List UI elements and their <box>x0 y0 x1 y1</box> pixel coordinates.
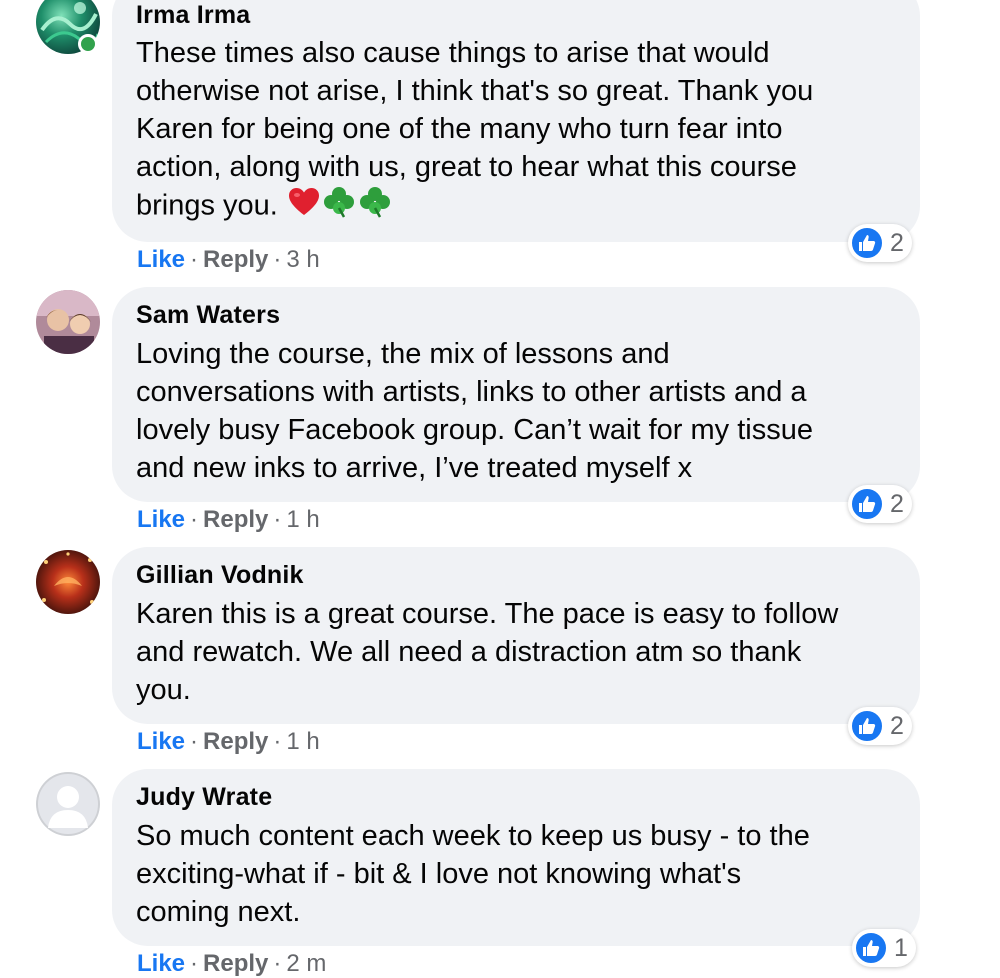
separator-dot: · <box>190 506 199 533</box>
comment-author[interactable]: Judy Wrate <box>136 783 272 812</box>
shamrock-icon <box>358 186 392 228</box>
reaction-count: 2 <box>890 228 904 257</box>
comment-text-line: otherwise not arise, I think that's so g… <box>136 75 814 107</box>
separator-dot: · <box>190 950 199 977</box>
reaction-summary[interactable]: 2 <box>848 485 912 523</box>
comment-timestamp[interactable]: 3 h <box>286 246 319 273</box>
reaction-count: 2 <box>890 711 904 740</box>
comment-text-line: brings you. <box>136 189 278 222</box>
reaction-count: 2 <box>890 489 904 518</box>
comment-bubble: Sam Waters Loving the course, the mix of… <box>112 287 920 502</box>
comment-text: These times also cause things to arise t… <box>136 34 896 228</box>
online-status-dot <box>78 34 98 54</box>
reply-button[interactable]: Reply <box>203 246 268 273</box>
comment-author[interactable]: Sam Waters <box>136 301 280 330</box>
comment-timestamp[interactable]: 1 h <box>286 728 319 755</box>
reaction-summary[interactable]: 2 <box>848 707 912 745</box>
separator-dot: · <box>273 950 282 977</box>
like-reaction-icon <box>850 709 884 743</box>
separator-dot: · <box>190 728 199 755</box>
reply-button[interactable]: Reply <box>203 950 268 977</box>
comment-text-line-with-emoji: brings you. <box>136 186 896 228</box>
separator-dot: · <box>273 246 282 273</box>
comment-text: Loving the course, the mix of lessons an… <box>136 335 896 487</box>
comment-text-line: conversations with artists, links to oth… <box>136 376 807 408</box>
reaction-count: 1 <box>894 933 908 962</box>
like-button[interactable]: Like <box>137 246 185 273</box>
comment-text-line: and rewatch. We all need a distraction a… <box>136 636 802 668</box>
comment-actions: Like · Reply · 2 m <box>137 950 326 978</box>
comment-text-line: and new inks to arrive, I’ve treated mys… <box>136 452 693 484</box>
reaction-summary[interactable]: 1 <box>852 929 916 967</box>
separator-dot: · <box>190 246 199 273</box>
comment-author[interactable]: Gillian Vodnik <box>136 561 304 590</box>
comment-text-line: you. <box>136 674 191 706</box>
separator-dot: · <box>273 506 282 533</box>
comment-text-line: lovely busy Facebook group. Can’t wait f… <box>136 414 813 446</box>
like-reaction-icon <box>850 226 884 260</box>
comment-actions: Like · Reply · 3 h <box>137 246 320 274</box>
separator-dot: · <box>273 728 282 755</box>
comment-text-line: Loving the course, the mix of lessons an… <box>136 338 670 370</box>
comment-text-line: coming next. <box>136 896 301 928</box>
comment-bubble: Gillian Vodnik Karen this is a great cou… <box>112 547 920 724</box>
like-button[interactable]: Like <box>137 728 185 755</box>
comment-text-line: These times also cause things to arise t… <box>136 37 770 69</box>
like-button[interactable]: Like <box>137 506 185 533</box>
comment-bubble: Irma Irma These times also cause things … <box>112 0 920 242</box>
red-heart-icon <box>288 187 320 227</box>
avatar-image <box>36 550 100 614</box>
reply-button[interactable]: Reply <box>203 728 268 755</box>
comment-text-line: So much content each week to keep us bus… <box>136 820 810 852</box>
comment-text-line: action, along with us, great to hear wha… <box>136 151 797 183</box>
reaction-summary[interactable]: 2 <box>848 224 912 262</box>
comment-feed: Irma Irma These times also cause things … <box>0 0 1000 978</box>
avatar[interactable] <box>36 550 100 614</box>
avatar[interactable] <box>36 772 100 836</box>
avatar-image <box>36 290 100 354</box>
comment-text: Karen this is a great course. The pace i… <box>136 595 896 709</box>
comment-author[interactable]: Irma Irma <box>136 1 250 30</box>
like-reaction-icon <box>854 931 888 965</box>
reply-button[interactable]: Reply <box>203 506 268 533</box>
avatar[interactable] <box>36 290 100 354</box>
comment-text-line: Karen this is a great course. The pace i… <box>136 598 839 630</box>
like-reaction-icon <box>850 487 884 521</box>
comment-text-line: Karen for being one of the many who turn… <box>136 113 783 145</box>
comment-timestamp[interactable]: 1 h <box>286 506 319 533</box>
like-button[interactable]: Like <box>137 950 185 977</box>
comment-actions: Like · Reply · 1 h <box>137 506 320 534</box>
shamrock-icon <box>322 186 356 228</box>
comment-actions: Like · Reply · 1 h <box>137 728 320 756</box>
comment-timestamp[interactable]: 2 m <box>286 950 326 977</box>
default-avatar-icon <box>36 772 100 836</box>
comment-text-line: exciting-what if - bit & I love not know… <box>136 858 742 890</box>
comment-bubble: Judy Wrate So much content each week to … <box>112 769 920 946</box>
comment-text: So much content each week to keep us bus… <box>136 817 896 931</box>
